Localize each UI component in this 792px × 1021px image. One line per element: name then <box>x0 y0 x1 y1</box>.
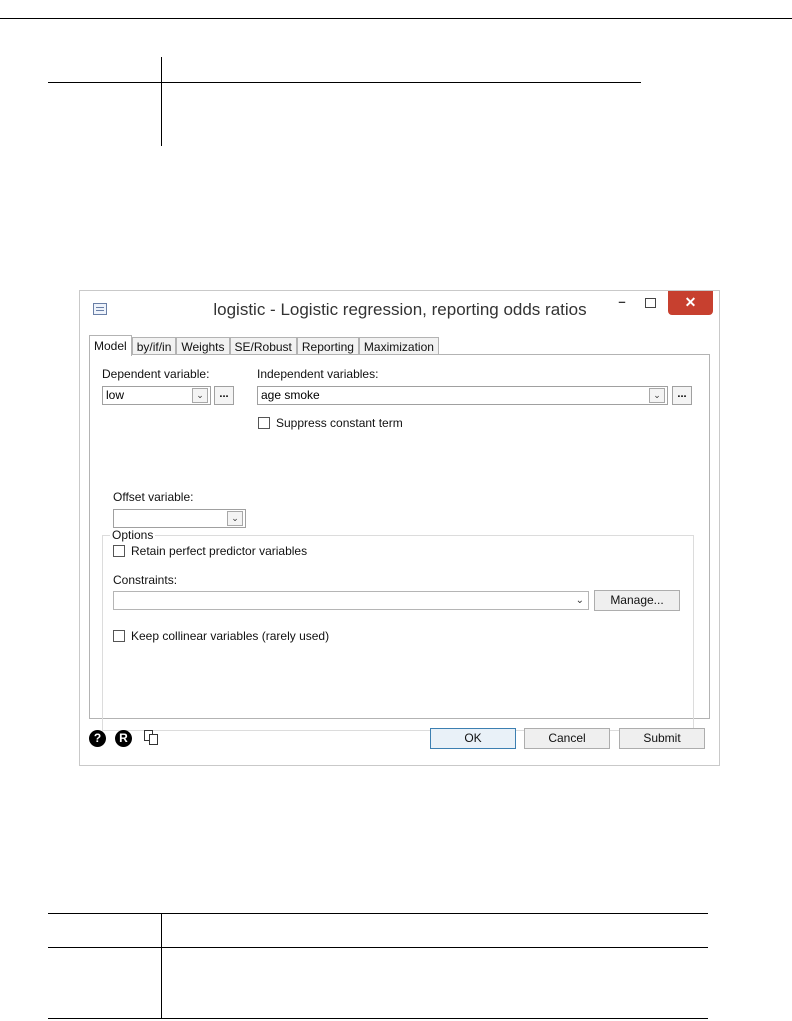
constraints-combo[interactable]: ⌄ <box>113 591 589 610</box>
chevron-down-icon[interactable]: ⌄ <box>649 388 665 403</box>
minimize-button[interactable]: – <box>609 291 635 315</box>
page-top-rule <box>0 18 792 19</box>
dialog-title: logistic - Logistic regression, reportin… <box>213 300 587 319</box>
suppress-constant-checkbox[interactable] <box>258 417 270 429</box>
independent-variables-label: Independent variables: <box>257 367 379 381</box>
maximize-icon <box>644 297 656 308</box>
retain-perfect-predictors-checkbox[interactable] <box>113 545 125 557</box>
title-bar[interactable]: logistic - Logistic regression, reportin… <box>80 291 719 326</box>
help-icon[interactable]: ? <box>89 730 106 747</box>
options-group-title: Options <box>110 528 156 542</box>
close-button[interactable]: ✕ <box>668 291 713 315</box>
logistic-dialog: logistic - Logistic regression, reportin… <box>79 290 720 766</box>
table-bottom-rule-2 <box>48 947 708 948</box>
submit-button[interactable]: Submit <box>619 728 705 749</box>
tab-strip: Model by/if/in Weights SE/Robust Reporti… <box>89 335 439 356</box>
cancel-button[interactable]: Cancel <box>524 728 610 749</box>
dialog-app-icon <box>93 303 107 315</box>
offset-variable-label: Offset variable: <box>113 490 194 504</box>
dependent-variable-value: low <box>106 388 125 402</box>
independent-variables-browse-button[interactable]: ... <box>672 386 692 405</box>
copy-command-icon[interactable] <box>144 730 160 746</box>
independent-variables-value: age smoke <box>261 388 320 402</box>
tab-model[interactable]: Model <box>89 335 132 356</box>
dependent-variable-label: Dependent variable: <box>102 367 210 381</box>
keep-collinear-checkbox[interactable] <box>113 630 125 642</box>
table-top-divider <box>161 57 162 146</box>
retain-perfect-predictors-label: Retain perfect predictor variables <box>131 544 308 558</box>
model-tab-panel: Dependent variable: low ⌄ ... Independen… <box>89 354 710 731</box>
table-bottom-divider <box>161 913 162 1018</box>
offset-variable-combo[interactable]: ⌄ <box>113 509 246 528</box>
suppress-constant-label: Suppress constant term <box>276 416 403 430</box>
chevron-down-icon[interactable]: ⌄ <box>576 592 584 609</box>
chevron-down-icon[interactable]: ⌄ <box>227 511 243 526</box>
table-bottom-rule-1 <box>48 913 708 914</box>
dependent-variable-browse-button[interactable]: ... <box>214 386 234 405</box>
table-bottom-rule-3 <box>48 1018 708 1019</box>
dependent-variable-combo[interactable]: low ⌄ <box>102 386 211 405</box>
keep-collinear-label: Keep collinear variables (rarely used) <box>131 629 330 643</box>
maximize-button[interactable] <box>637 291 663 315</box>
independent-variables-combo[interactable]: age smoke ⌄ <box>257 386 668 405</box>
manage-constraints-button[interactable]: Manage... <box>594 590 680 611</box>
constraints-label: Constraints: <box>113 573 178 587</box>
chevron-down-icon[interactable]: ⌄ <box>192 388 208 403</box>
ok-button[interactable]: OK <box>430 728 516 749</box>
reset-icon[interactable]: R <box>115 730 132 747</box>
table-top-rule <box>48 82 641 83</box>
